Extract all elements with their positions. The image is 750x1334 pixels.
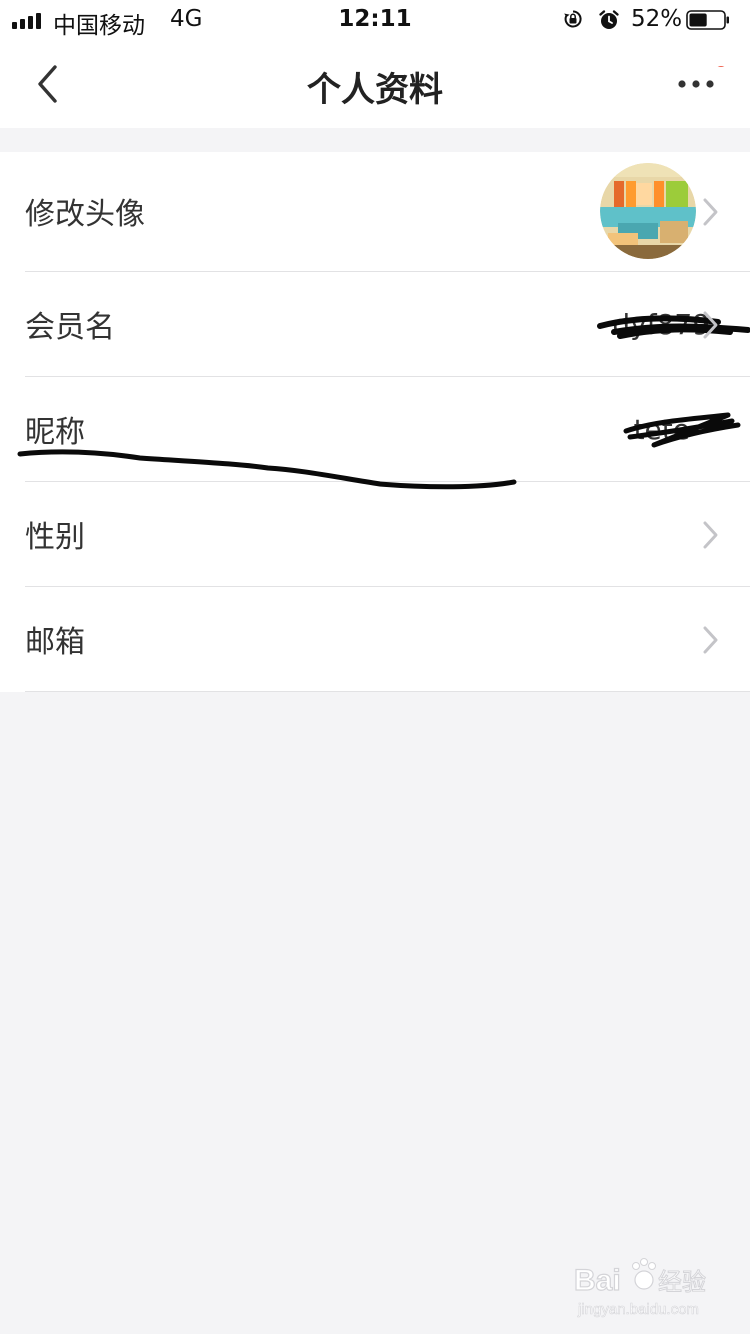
chevron-right-icon: [703, 311, 718, 338]
baidu-jingyan-watermark: Bai 经验 jingyan.baidu.com: [574, 1258, 707, 1318]
chevron-right-icon: [703, 626, 718, 653]
row-label-gender: 性别: [25, 519, 85, 555]
notification-dot: [717, 66, 725, 67]
profile-settings-list: 修改头像 会员名 dyf879 昵称 tete 性别 邮箱: [0, 152, 750, 692]
row-nickname[interactable]: 昵称 tete: [0, 377, 750, 482]
row-label-avatar: 修改头像: [25, 197, 145, 233]
alarm-icon: [599, 10, 619, 29]
watermark-url: jingyan.baidu.com: [577, 1301, 699, 1318]
row-divider: [25, 691, 750, 692]
row-label-email: 邮箱: [25, 624, 85, 660]
paw-icon: [632, 1258, 656, 1290]
row-email[interactable]: 邮箱: [0, 587, 750, 692]
nickname-value: tete: [633, 412, 690, 446]
chevron-right-icon: [703, 198, 718, 226]
page-title: 个人资料: [307, 70, 443, 110]
row-member-name[interactable]: 会员名 dyf879: [0, 272, 750, 377]
rotation-lock-icon: [564, 10, 582, 28]
watermark-brand: Bai: [574, 1264, 621, 1297]
row-label-nickname: 昵称: [25, 414, 85, 450]
avatar[interactable]: [600, 163, 696, 259]
row-change-avatar[interactable]: 修改头像: [0, 152, 750, 272]
battery-icon: [686, 10, 729, 30]
more-dots-icon[interactable]: [670, 66, 730, 106]
member-name-value: dyf879: [612, 307, 710, 341]
watermark-brand-cn: 经验: [658, 1268, 706, 1296]
chevron-right-icon: [703, 521, 718, 548]
row-gender[interactable]: 性别: [0, 482, 750, 587]
navigation-bar: 个人资料: [0, 40, 750, 128]
row-label-member-name: 会员名: [25, 309, 115, 345]
battery-percent: 52%: [631, 6, 683, 32]
status-bar: 中国移动 4G 12:11 52%: [0, 0, 750, 40]
